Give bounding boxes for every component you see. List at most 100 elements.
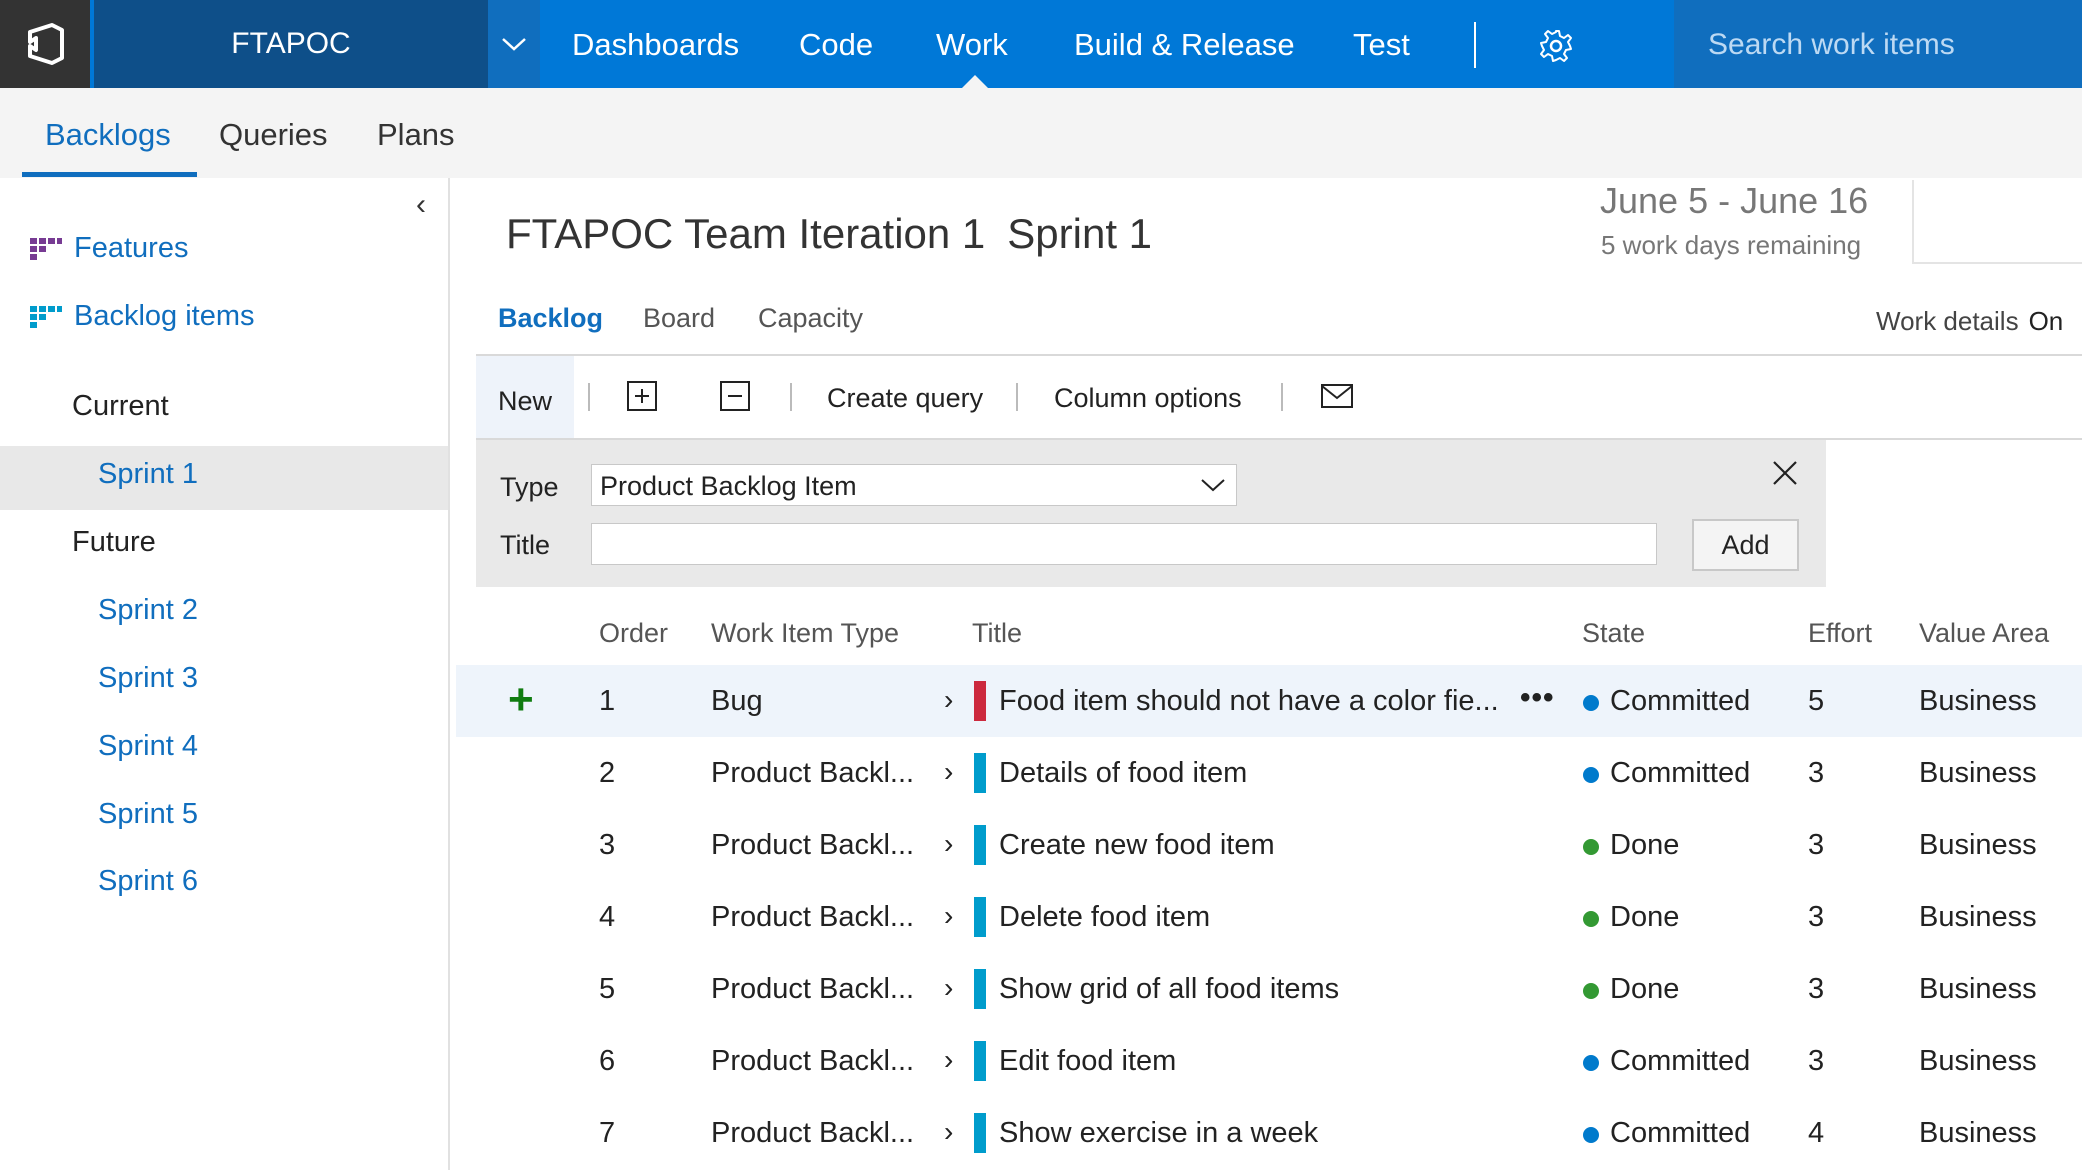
nav-code[interactable]: Code (799, 0, 873, 88)
collapse-all-icon[interactable] (719, 380, 751, 412)
chevron-right-icon[interactable]: › (944, 809, 953, 881)
tab-queries[interactable]: Queries (219, 88, 328, 178)
backlog-items-label: Backlog items (74, 300, 255, 332)
chevron-left-icon[interactable]: ‹ (416, 188, 426, 222)
sidebar-item-sprint-2[interactable]: Sprint 2 (98, 594, 198, 627)
title-cell[interactable]: Food item should not have a color fie... (999, 665, 1499, 737)
nav-features[interactable]: Features (30, 232, 188, 265)
tab-backlogs[interactable]: Backlogs (45, 88, 171, 178)
type-cell: Product Backl... (711, 829, 915, 861)
title-input[interactable] (591, 523, 1657, 565)
toolbar-divider (1016, 383, 1018, 411)
value-area-cell: Business (1919, 901, 2037, 933)
table-row[interactable]: 3 Product Backl... › Create new food ite… (456, 809, 2082, 881)
vsts-logo-icon[interactable] (0, 0, 90, 88)
nav-dashboards[interactable]: Dashboards (572, 0, 739, 88)
nav-divider (1474, 22, 1476, 68)
title-cell[interactable]: Show grid of all food items (999, 953, 1339, 1025)
tab-capacity[interactable]: Capacity (758, 303, 863, 334)
sidebar-item-sprint-3[interactable]: Sprint 3 (98, 662, 198, 695)
type-select[interactable]: Product Backlog Item (591, 464, 1237, 506)
column-header-effort[interactable]: Effort (1808, 618, 1872, 649)
mail-icon[interactable] (1320, 383, 1353, 415)
value-area-cell: Business (1919, 829, 2037, 861)
state-cell: Done (1610, 901, 1680, 933)
sidebar-item-sprint-4[interactable]: Sprint 4 (98, 730, 198, 763)
new-item-button[interactable]: New (476, 356, 574, 438)
sidebar-item-sprint-5[interactable]: Sprint 5 (98, 798, 198, 831)
table-row[interactable]: 4 Product Backl... › Delete food item Do… (456, 881, 2082, 953)
work-details-toggle[interactable]: Work details On (1876, 306, 2063, 337)
selected-sprint-highlight (0, 446, 448, 510)
pivot-divider (476, 354, 2082, 356)
search-input[interactable]: Search work items (1674, 0, 2082, 88)
sprint-name: Sprint 1 (1007, 210, 1153, 257)
state-indicator (1583, 1127, 1599, 1143)
state-cell: Committed (1610, 757, 1751, 789)
effort-cell: 3 (1808, 1045, 1825, 1077)
chevron-right-icon[interactable]: › (944, 737, 953, 809)
toolbar-divider (790, 383, 792, 411)
column-header-title[interactable]: Title (972, 618, 1022, 649)
state-indicator (1583, 911, 1599, 927)
column-header-value-area[interactable]: Value Area (1919, 618, 2049, 649)
state-indicator (1583, 839, 1599, 855)
nav-build-release[interactable]: Build & Release (1074, 0, 1295, 88)
title-cell[interactable]: Edit food item (999, 1025, 1176, 1097)
chevron-down-icon (1201, 479, 1225, 492)
value-area-cell: Business (1919, 1117, 2037, 1149)
column-header-work-item-type[interactable]: Work Item Type (711, 618, 899, 649)
title-cell[interactable]: Delete food item (999, 881, 1210, 953)
type-cell: Product Backl... (711, 1045, 915, 1077)
state-indicator (1583, 1055, 1599, 1071)
state-cell: Done (1610, 973, 1680, 1005)
chevron-right-icon[interactable]: › (944, 953, 953, 1025)
future-heading: Future (72, 526, 156, 558)
type-color-bar (974, 969, 986, 1009)
add-button[interactable]: Add (1692, 519, 1799, 571)
expand-all-icon[interactable] (626, 380, 658, 412)
table-row[interactable]: 6 Product Backl... › Edit food item Comm… (456, 1025, 2082, 1097)
create-query-button[interactable]: Create query (827, 383, 983, 414)
close-icon[interactable] (1770, 458, 1800, 488)
column-options-button[interactable]: Column options (1054, 383, 1242, 414)
more-options-icon[interactable]: ••• (1520, 665, 1555, 737)
nav-test[interactable]: Test (1353, 0, 1410, 88)
backlog-items-icon (30, 305, 62, 328)
project-name[interactable]: FTAPOC (94, 0, 488, 88)
order-cell: 2 (599, 757, 616, 789)
chevron-right-icon[interactable]: › (944, 665, 953, 737)
title-cell[interactable]: Show exercise in a week (999, 1097, 1318, 1169)
table-row[interactable]: 7 Product Backl... › Show exercise in a … (456, 1097, 2082, 1169)
gear-icon[interactable] (1538, 28, 1574, 64)
type-cell: Product Backl... (711, 757, 915, 789)
column-header-state[interactable]: State (1582, 618, 1645, 649)
nav-backlog-items[interactable]: Backlog items (30, 300, 255, 333)
table-row[interactable]: 2 Product Backl... › Details of food ite… (456, 737, 2082, 809)
state-cell: Committed (1610, 1117, 1751, 1149)
work-details-value: On (2028, 306, 2064, 336)
burndown-chart-thumbnail[interactable] (1912, 180, 2082, 264)
chevron-down-icon[interactable] (488, 0, 540, 88)
chevron-right-icon[interactable]: › (944, 1097, 953, 1169)
sidebar-item-sprint-1[interactable]: Sprint 1 (98, 458, 198, 491)
column-header-order[interactable]: Order (599, 618, 668, 649)
toolbar-divider (1281, 383, 1283, 411)
state-cell: Committed (1610, 685, 1751, 717)
effort-cell: 3 (1808, 973, 1825, 1005)
iteration-name: FTAPOC Team Iteration 1 (506, 210, 986, 257)
table-row[interactable]: 5 Product Backl... › Show grid of all fo… (456, 953, 2082, 1025)
chevron-right-icon[interactable]: › (944, 881, 953, 953)
title-cell[interactable]: Details of food item (999, 737, 1247, 809)
tab-plans[interactable]: Plans (377, 88, 455, 178)
type-cell: Product Backl... (711, 901, 915, 933)
chevron-right-icon[interactable]: › (944, 1025, 953, 1097)
table-row[interactable]: + 1 Bug › Food item should not have a co… (456, 665, 2082, 737)
tab-board[interactable]: Board (643, 303, 715, 334)
type-color-bar (974, 1113, 986, 1153)
title-cell[interactable]: Create new food item (999, 809, 1275, 881)
plus-icon[interactable]: + (508, 665, 534, 737)
sidebar-item-sprint-6[interactable]: Sprint 6 (98, 865, 198, 898)
tab-backlog[interactable]: Backlog (498, 303, 603, 334)
order-cell: 5 (599, 973, 616, 1005)
